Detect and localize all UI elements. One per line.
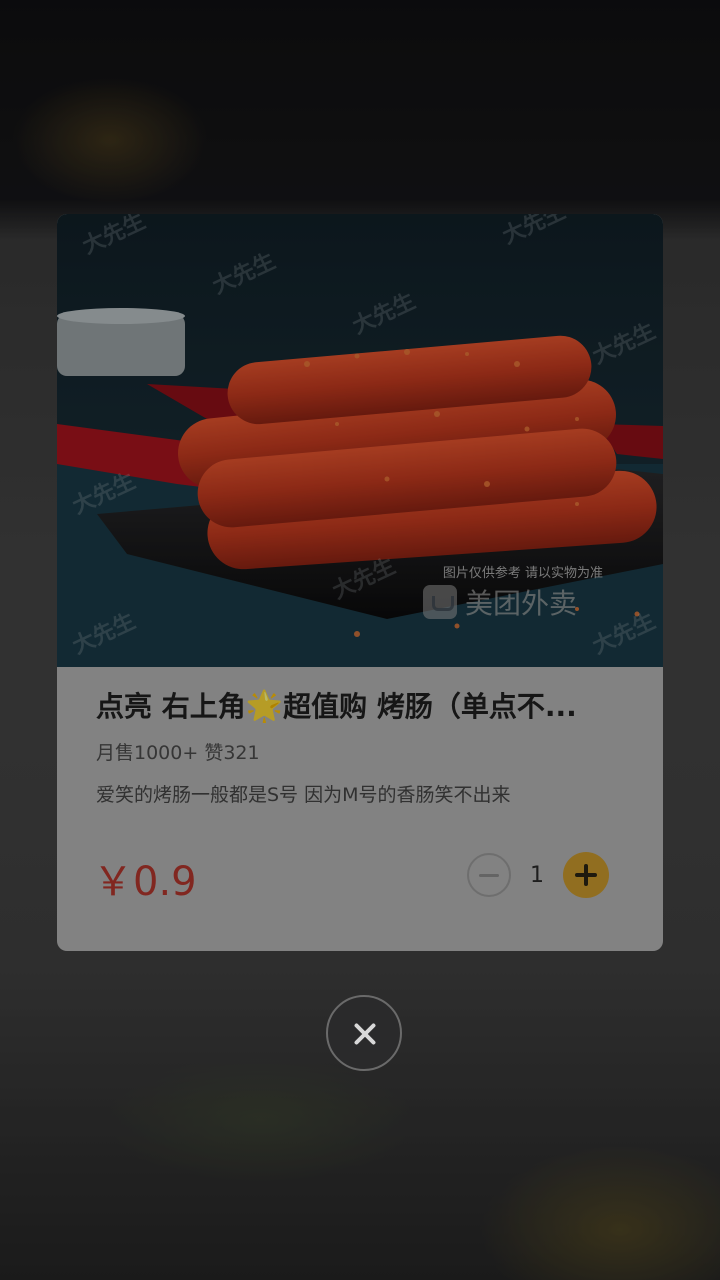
svg-text:大先生: 大先生 xyxy=(499,214,569,249)
product-title: 点亮 右上角🌟超值购 烤肠（单点不... xyxy=(96,685,606,725)
photo-brand-watermark: 美团外卖 xyxy=(423,582,577,622)
product-title-suffix: 超值购 烤肠（单点不... xyxy=(283,690,577,723)
quantity-stepper: 1 xyxy=(467,851,609,899)
decrease-quantity-button[interactable] xyxy=(467,853,511,897)
svg-text:大先生: 大先生 xyxy=(79,214,149,259)
svg-text:大先生: 大先生 xyxy=(209,249,279,300)
meituan-logo-icon xyxy=(423,585,457,619)
product-detail-card: 大先生 大先生 大先生 大先生 大先生 大先生 大先生 大先生 大先生 图片仅供… xyxy=(57,214,663,951)
star-icon: 🌟 xyxy=(245,689,284,724)
photo-brand-label: 美团外卖 xyxy=(465,587,578,620)
svg-text:大先生: 大先生 xyxy=(589,319,659,370)
sales-stats: 月售1000+ 赞321 xyxy=(96,742,260,764)
close-button[interactable] xyxy=(326,995,402,1071)
svg-text:大先生: 大先生 xyxy=(349,289,419,340)
product-description: 爱笑的烤肠一般都是S号 因为M号的香肠笑不出来 xyxy=(96,784,511,806)
product-photo: 大先生 大先生 大先生 大先生 大先生 大先生 大先生 大先生 大先生 图片仅供… xyxy=(57,214,663,667)
photo-disclaimer: 图片仅供参考 请以实物为准 xyxy=(442,566,603,581)
product-price: ￥0.9 xyxy=(93,859,197,905)
product-info: 点亮 右上角🌟超值购 烤肠（单点不... 月售1000+ 赞321 爱笑的烤肠一… xyxy=(57,667,663,951)
increase-quantity-button[interactable] xyxy=(563,852,609,898)
product-title-prefix: 点亮 右上角 xyxy=(96,690,246,723)
quantity-value: 1 xyxy=(530,862,544,888)
minus-icon xyxy=(479,873,499,877)
